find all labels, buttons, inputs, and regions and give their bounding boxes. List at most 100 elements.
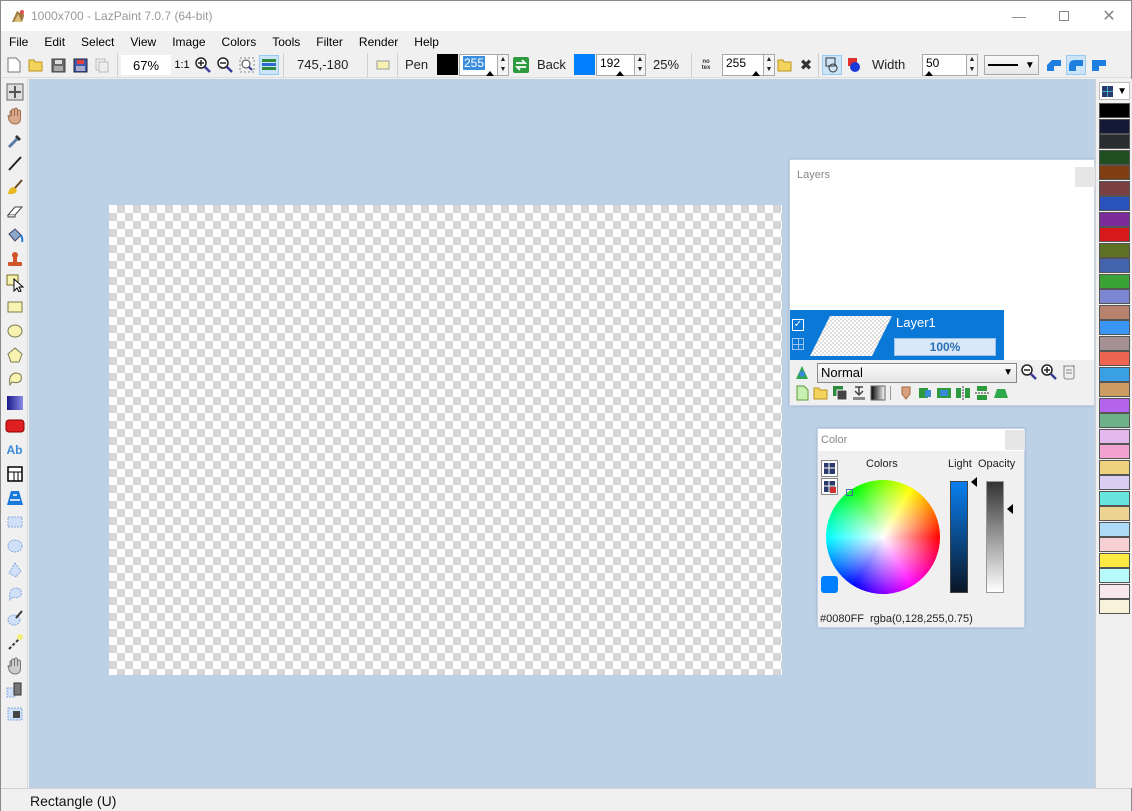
save-as-button[interactable]: [71, 55, 89, 75]
zoom-actual-button[interactable]: 1:1: [173, 55, 191, 75]
menu-select[interactable]: Select: [73, 32, 122, 52]
palette-swatch[interactable]: [1099, 583, 1130, 599]
palette-swatch[interactable]: [1099, 242, 1130, 258]
back-alpha-spinner[interactable]: ▲ ▼: [634, 54, 646, 76]
palette-swatch[interactable]: [1099, 521, 1130, 537]
color-options-button[interactable]: [821, 478, 838, 495]
palette-swatch[interactable]: [1099, 552, 1130, 568]
palette-swatch[interactable]: [1099, 366, 1130, 382]
tool-move-selection-content[interactable]: [4, 655, 25, 676]
layer-stack-toggle[interactable]: [259, 55, 279, 75]
zoom-value[interactable]: 67%: [121, 55, 171, 75]
tool-gradient[interactable]: [4, 392, 25, 413]
palette-swatch[interactable]: [1099, 428, 1130, 444]
tool-select-pen[interactable]: [4, 631, 25, 652]
menu-file[interactable]: File: [1, 32, 36, 52]
palette-swatch[interactable]: [1099, 506, 1130, 521]
palette-swatch[interactable]: [1099, 490, 1130, 506]
lightness-slider-handle[interactable]: [971, 477, 977, 487]
palette-swatch[interactable]: [1099, 537, 1130, 552]
zoom-in-layer-icon[interactable]: [1041, 364, 1057, 380]
pen-style-dropdown[interactable]: ▼: [984, 55, 1039, 75]
fill-shape-toggle[interactable]: [844, 55, 864, 75]
menu-render[interactable]: Render: [351, 32, 406, 52]
join-round-active-button[interactable]: [1066, 55, 1086, 75]
palette-swatch[interactable]: [1099, 568, 1130, 583]
menu-filter[interactable]: Filter: [308, 32, 351, 52]
no-texture-button[interactable]: no tex: [697, 55, 715, 75]
palette-swatch[interactable]: [1099, 118, 1130, 134]
menu-help[interactable]: Help: [406, 32, 447, 52]
tool-edit-shape[interactable]: [4, 272, 25, 293]
zoom-in-button[interactable]: [194, 55, 212, 75]
tool-phong-shape[interactable]: [4, 415, 25, 436]
flip-horizontal-icon[interactable]: [955, 385, 971, 401]
lightness-slider[interactable]: [950, 481, 968, 593]
tool-select-spline[interactable]: [4, 583, 25, 604]
open-file-button[interactable]: [27, 55, 45, 75]
palette-swatch[interactable]: [1099, 134, 1130, 149]
copy-button[interactable]: [93, 55, 111, 75]
menu-tools[interactable]: Tools: [264, 32, 308, 52]
layers-panel-close-button[interactable]: [1075, 167, 1095, 187]
layer-row[interactable]: ✓ Layer1 100%: [790, 310, 1004, 360]
tool-select-ellipse[interactable]: [4, 535, 25, 556]
palette-swatch[interactable]: [1099, 180, 1130, 196]
zoom-out-button[interactable]: [216, 55, 234, 75]
layer-mask-icon[interactable]: [870, 385, 886, 401]
menu-edit[interactable]: Edit: [36, 32, 73, 52]
maximize-button[interactable]: [1041, 1, 1087, 31]
swap-colors-button[interactable]: [512, 55, 530, 75]
palette-swatch[interactable]: [1099, 397, 1130, 413]
pen-alpha-spinner[interactable]: ▲ ▼: [497, 54, 509, 76]
palette-swatch[interactable]: [1099, 196, 1130, 211]
menu-view[interactable]: View: [122, 32, 164, 52]
palette-swatch[interactable]: [1099, 227, 1130, 242]
pen-width-spinner[interactable]: ▲ ▼: [966, 54, 978, 76]
tool-perspective[interactable]: [4, 487, 25, 508]
tool-polygon[interactable]: [4, 344, 25, 365]
load-texture-button[interactable]: [776, 55, 794, 75]
palette-swatch[interactable]: [1099, 335, 1130, 351]
tool-magic-wand[interactable]: [4, 607, 25, 628]
opacity-slider-handle[interactable]: [1007, 504, 1013, 514]
duplicate-layer-icon[interactable]: [832, 385, 848, 401]
zoom-layer-icon[interactable]: [936, 385, 952, 401]
palette-swatch[interactable]: [1099, 289, 1130, 304]
close-button[interactable]: ✕: [1086, 1, 1132, 31]
tool-spline[interactable]: [4, 368, 25, 389]
tool-hand[interactable]: [4, 105, 25, 126]
tool-select-poly[interactable]: [4, 559, 25, 580]
palette-swatch[interactable]: [1099, 382, 1130, 397]
rotate-layer-icon[interactable]: [917, 385, 933, 401]
back-color-swatch[interactable]: [574, 54, 595, 75]
tool-deformation-grid[interactable]: [4, 463, 25, 484]
color-panel-close-button[interactable]: [1005, 430, 1025, 450]
tool-flood-fill[interactable]: [4, 224, 25, 245]
merge-layer-icon[interactable]: [851, 385, 867, 401]
palette-swatch[interactable]: [1099, 165, 1130, 180]
palette-swatch[interactable]: [1099, 149, 1130, 165]
delete-layer-icon[interactable]: [1062, 363, 1076, 380]
palette-swatch[interactable]: [1099, 413, 1130, 428]
layer-name[interactable]: Layer1: [896, 315, 936, 330]
tool-brush[interactable]: [4, 176, 25, 197]
perspective-layer-icon[interactable]: [993, 385, 1009, 401]
opacity-slider[interactable]: [986, 481, 1004, 593]
flip-vertical-icon[interactable]: [974, 385, 990, 401]
join-miter-button[interactable]: [1089, 55, 1109, 75]
new-layer-icon[interactable]: [795, 385, 811, 401]
color-wheel-marker[interactable]: [846, 489, 853, 496]
save-button[interactable]: [49, 55, 67, 75]
menu-colors[interactable]: Colors: [214, 32, 265, 52]
palette-swatch[interactable]: [1099, 320, 1130, 335]
layer-opacity-bar[interactable]: 100%: [894, 338, 996, 356]
zoom-fit-button[interactable]: [238, 55, 256, 75]
blend-mode-select[interactable]: Normal ▼: [817, 363, 1017, 383]
new-file-button[interactable]: [5, 55, 23, 75]
tool-text[interactable]: Ab: [4, 439, 25, 460]
tool-crop-selection[interactable]: [4, 703, 25, 724]
tool-rectangle[interactable]: [4, 296, 25, 317]
layer-visible-checkbox[interactable]: ✓: [792, 319, 804, 331]
pen-color-swatch[interactable]: [437, 54, 458, 75]
